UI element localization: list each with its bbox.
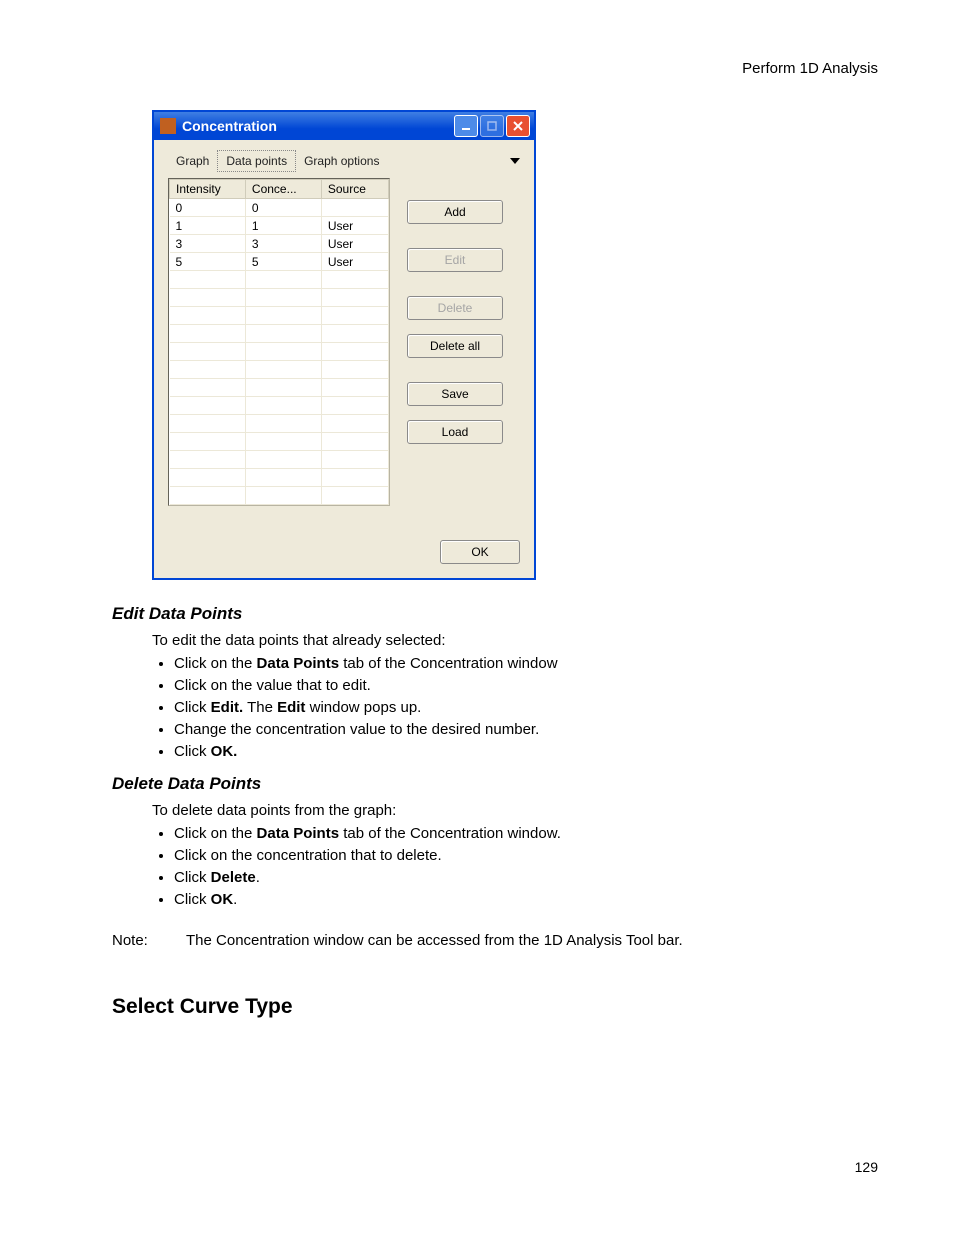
save-button[interactable]: Save (407, 382, 503, 406)
cell[interactable]: 3 (245, 235, 321, 253)
cell[interactable]: 5 (245, 253, 321, 271)
edit-button[interactable]: Edit (407, 248, 503, 272)
cell[interactable]: 0 (245, 199, 321, 217)
delete-button[interactable]: Delete (407, 296, 503, 320)
heading-edit-data-points: Edit Data Points (112, 604, 884, 624)
cell[interactable]: 0 (170, 199, 246, 217)
app-icon (160, 118, 176, 134)
cell[interactable]: 1 (170, 217, 246, 235)
table-row[interactable]: 0 0 (170, 199, 389, 217)
list-item: Click OK. (174, 743, 884, 760)
cell[interactable]: User (321, 235, 388, 253)
cell[interactable]: User (321, 253, 388, 271)
list-item: Click Edit. The Edit window pops up. (174, 699, 884, 716)
bullet-list: Click on the Data Points tab of the Conc… (152, 655, 884, 760)
data-grid[interactable]: Intensity Conce... Source 0 0 (168, 178, 390, 506)
running-header: Perform 1D Analysis (742, 60, 878, 77)
table-row[interactable]: 5 5 User (170, 253, 389, 271)
list-item: Click on the value that to edit. (174, 677, 884, 694)
minimize-button[interactable] (454, 115, 478, 137)
tab-graph[interactable]: Graph (168, 151, 217, 171)
cell[interactable] (321, 199, 388, 217)
heading-select-curve-type: Select Curve Type (112, 995, 884, 1019)
col-concentration[interactable]: Conce... (245, 180, 321, 199)
paragraph: To delete data points from the graph: (152, 802, 884, 819)
maximize-button[interactable] (480, 115, 504, 137)
add-button[interactable]: Add (407, 200, 503, 224)
concentration-dialog: Concentration Graph Data points Graph op… (152, 110, 536, 580)
note: Note: The Concentration window can be ac… (112, 932, 884, 949)
bullet-list: Click on the Data Points tab of the Conc… (152, 825, 884, 908)
ok-button[interactable]: OK (440, 540, 520, 564)
list-item: Click OK. (174, 891, 884, 908)
col-intensity[interactable]: Intensity (170, 180, 246, 199)
table-row[interactable]: 1 1 User (170, 217, 389, 235)
note-text: The Concentration window can be accessed… (186, 932, 683, 949)
list-item: Click on the Data Points tab of the Conc… (174, 825, 884, 842)
titlebar[interactable]: Concentration (154, 112, 534, 140)
page-number: 129 (855, 1159, 878, 1175)
paragraph: To edit the data points that already sel… (152, 632, 884, 649)
list-item: Change the concentration value to the de… (174, 721, 884, 738)
col-source[interactable]: Source (321, 180, 388, 199)
tab-graph-options[interactable]: Graph options (296, 151, 387, 171)
load-button[interactable]: Load (407, 420, 503, 444)
heading-delete-data-points: Delete Data Points (112, 774, 884, 794)
close-button[interactable] (506, 115, 530, 137)
delete-all-button[interactable]: Delete all (407, 334, 503, 358)
cell[interactable]: User (321, 217, 388, 235)
cell[interactable]: 3 (170, 235, 246, 253)
chevron-down-icon[interactable] (510, 158, 520, 164)
list-item: Click Delete. (174, 869, 884, 886)
tab-data-points[interactable]: Data points (217, 150, 296, 172)
note-label: Note: (112, 932, 186, 949)
window-title: Concentration (182, 118, 454, 134)
list-item: Click on the Data Points tab of the Conc… (174, 655, 884, 672)
list-item: Click on the concentration that to delet… (174, 847, 884, 864)
tabs-row: Graph Data points Graph options (168, 150, 520, 172)
table-row[interactable]: 3 3 User (170, 235, 389, 253)
cell[interactable]: 5 (170, 253, 246, 271)
cell[interactable]: 1 (245, 217, 321, 235)
